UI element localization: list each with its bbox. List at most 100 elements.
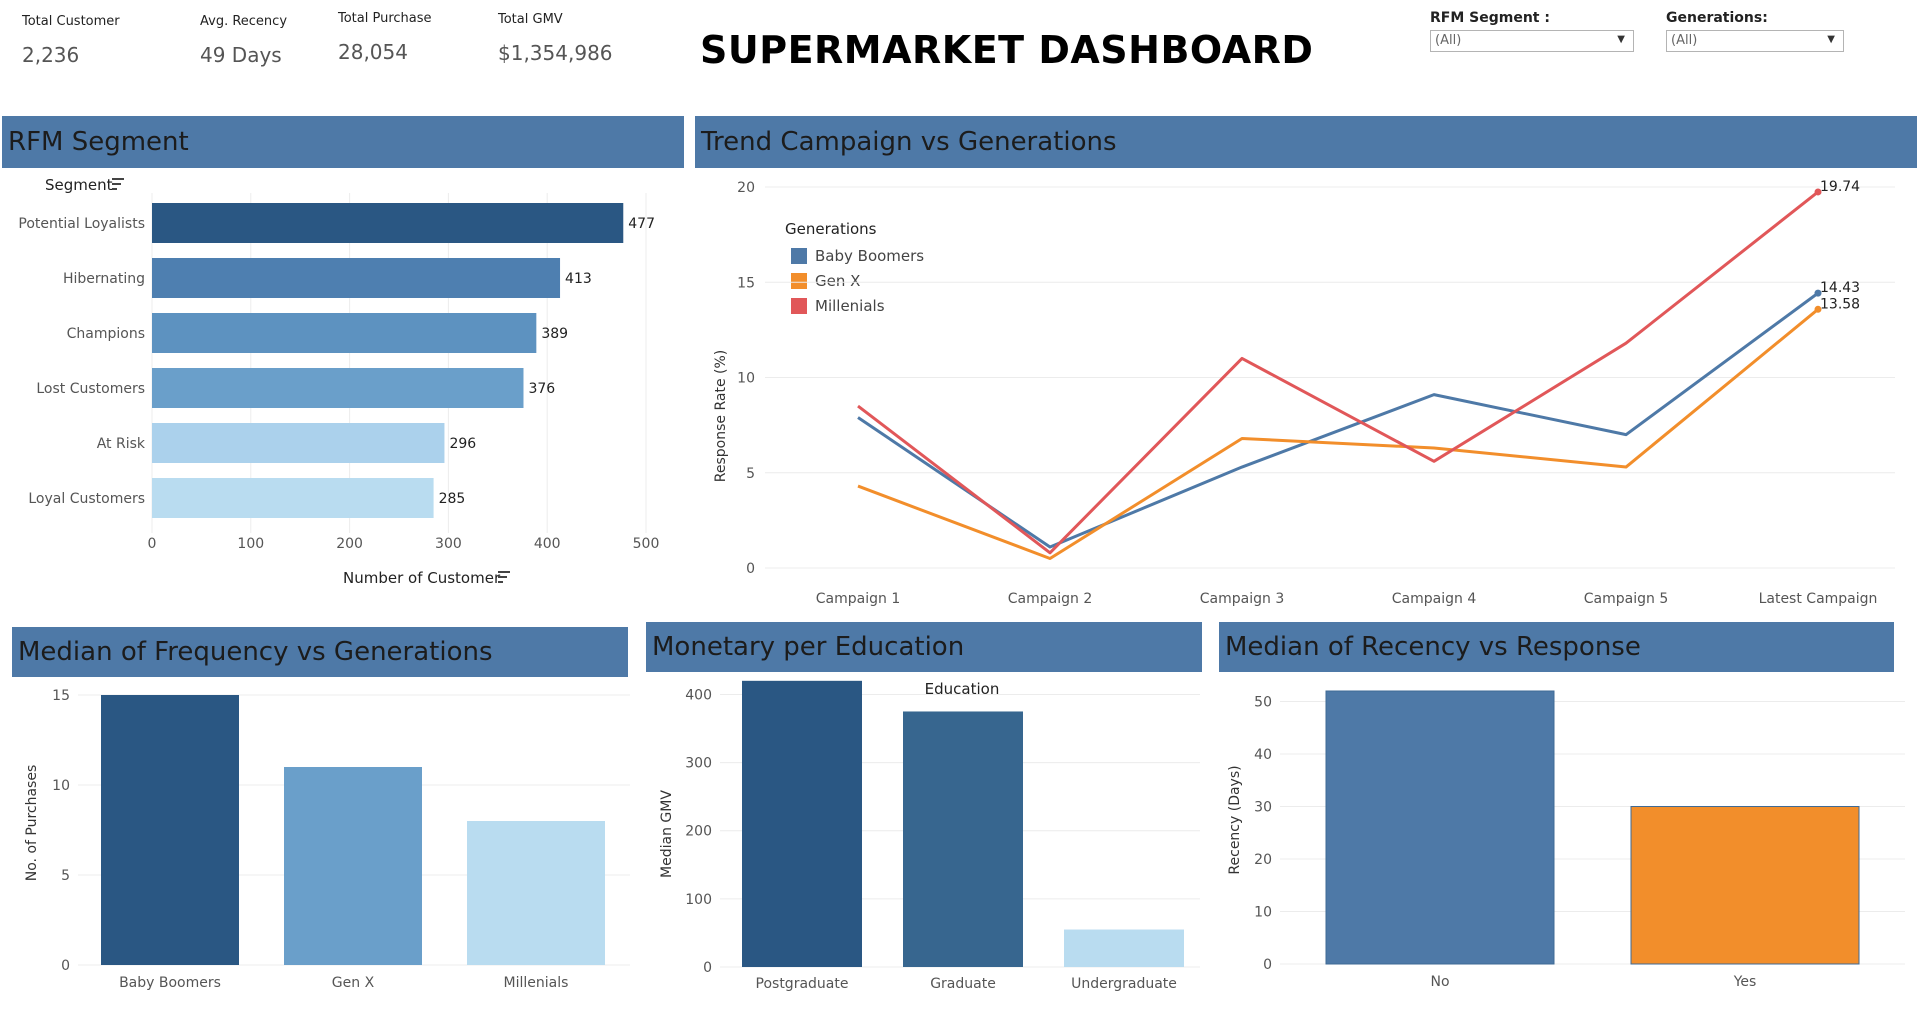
y-axis-title: Response Rate (%) (713, 350, 729, 482)
panel-header-trend: Trend Campaign vs Generations (695, 116, 1917, 168)
filter-label: RFM Segment : (1430, 10, 1550, 26)
bar-baby-boomers (101, 695, 239, 965)
kpi-value: 2,236 (22, 43, 80, 67)
y-axis-title: Segment (45, 176, 113, 194)
legend-title: Generations (785, 220, 877, 238)
y-tick-label: 15 (52, 688, 70, 704)
category-label: Champions (67, 326, 145, 342)
x-tick-label: 100 (237, 536, 264, 552)
category-label: Yes (1733, 974, 1757, 990)
category-label: Millenials (504, 975, 569, 991)
end-value-label: 13.58 (1820, 296, 1860, 312)
kpi-value: 28,054 (338, 40, 408, 64)
generations-dropdown[interactable]: (All) ▼ (1666, 30, 1844, 52)
line-gen-x (857, 308, 1819, 560)
sort-icon[interactable] (498, 571, 510, 583)
category-label: Baby Boomers (119, 975, 221, 991)
kpi-total-purchase: Total Purchase 28,054 (338, 11, 432, 64)
kpi-label: Total Purchase (338, 11, 432, 26)
bar-graduate (903, 711, 1023, 967)
y-tick-label: 30 (1254, 800, 1272, 816)
panel-header-monetary: Monetary per Education (646, 622, 1202, 672)
y-tick-label: 0 (61, 958, 70, 974)
bar-hibernating (152, 258, 561, 298)
kpi-value: $1,354,986 (498, 41, 613, 65)
category-label: Loyal Customers (28, 491, 145, 507)
bar-postgraduate (742, 680, 862, 967)
bar-undergraduate (1064, 929, 1184, 967)
x-axis-title: Number of Customer (343, 569, 501, 587)
category-label: Postgraduate (756, 976, 849, 992)
y-tick-label: 100 (685, 892, 712, 908)
kpi-value: 49 Days (200, 43, 282, 67)
chevron-down-icon: ▼ (1827, 34, 1835, 45)
line-baby-boomers (857, 291, 1819, 549)
bar-value-label: 296 (449, 436, 476, 452)
x-tick-label: Campaign 3 (1200, 591, 1284, 607)
recency-chart: Recency (Days) 0 10 20 30 40 50 No Yes (1227, 690, 1905, 990)
legend-label: Baby Boomers (815, 247, 924, 265)
legend-swatch-baby-boomers (791, 248, 807, 264)
category-label: Lost Customers (36, 381, 145, 397)
category-label: Potential Loyalists (18, 216, 145, 232)
end-value-label: 19.74 (1820, 179, 1860, 195)
line-millenials (857, 190, 1819, 555)
panel-header-rfm: RFM Segment (2, 116, 684, 168)
y-tick-label: 40 (1254, 747, 1272, 763)
y-tick-label: 300 (685, 756, 712, 772)
filter-generations: Generations: (All) ▼ (1666, 10, 1844, 52)
x-tick-label: 500 (633, 536, 660, 552)
x-tick-label: 400 (534, 536, 561, 552)
bar-lost-customers (152, 368, 524, 408)
y-tick-label: 400 (685, 687, 712, 703)
bar-at-risk (152, 423, 445, 463)
bar-value-label: 413 (565, 271, 592, 287)
bar-no (1325, 690, 1555, 965)
bar-value-label: 285 (439, 491, 466, 507)
y-axis-title: Recency (Days) (1227, 765, 1243, 874)
x-tick-label: Campaign 1 (816, 591, 900, 607)
y-tick-label: 5 (746, 466, 755, 482)
filter-rfm-segment: RFM Segment : (All) ▼ (1430, 10, 1634, 52)
bar-gen-x (284, 767, 422, 965)
rfm-segment-chart: Segment Number of Customer 0 100 200 300 400… (18, 176, 660, 587)
rfm-segment-dropdown[interactable]: (All) ▼ (1430, 30, 1634, 52)
x-tick-label: Campaign 2 (1008, 591, 1092, 607)
bar-value-label: 477 (628, 216, 655, 232)
legend-swatch-millenials (791, 298, 807, 314)
y-tick-label: 10 (52, 778, 70, 794)
filter-label: Generations: (1666, 10, 1768, 26)
x-tick-label: 0 (148, 536, 157, 552)
y-tick-label: 0 (703, 960, 712, 976)
category-label: Hibernating (63, 271, 145, 287)
bar-yes (1630, 806, 1860, 965)
x-tick-label: Latest Campaign (1759, 591, 1878, 607)
legend-label: Millenials (815, 297, 885, 315)
bar-loyal-customers (152, 478, 434, 518)
x-tick-label: Campaign 4 (1392, 591, 1477, 607)
bar-potential-loyalists (152, 203, 624, 243)
bar-value-label: 376 (528, 381, 555, 397)
trend-campaign-chart: Generations Baby Boomers Gen X Millenial… (713, 179, 1895, 607)
y-tick-label: 15 (737, 275, 755, 291)
kpi-label: Avg. Recency (200, 14, 288, 29)
sort-icon[interactable] (112, 178, 124, 190)
category-label: Graduate (930, 976, 996, 992)
panel-header-recency: Median of Recency vs Response (1219, 622, 1894, 672)
dropdown-value: (All) (1671, 33, 1698, 48)
bar-champions (152, 313, 537, 353)
y-tick-label: 20 (737, 180, 755, 196)
panel-header-frequency: Median of Frequency vs Generations (12, 627, 628, 677)
y-tick-label: 50 (1254, 695, 1272, 711)
legend-swatch-gen-x (791, 273, 807, 289)
y-tick-label: 20 (1254, 852, 1272, 868)
y-axis-title: No. of Purchases (24, 765, 40, 882)
y-axis-title: Median GMV (659, 790, 675, 878)
kpi-total-customer: Total Customer 2,236 (22, 14, 120, 67)
dropdown-value: (All) (1435, 33, 1462, 48)
category-label: Gen X (332, 975, 375, 991)
y-tick-label: 5 (61, 868, 70, 884)
category-label: Undergraduate (1071, 976, 1177, 992)
y-tick-label: 200 (685, 824, 712, 840)
x-tick-label: 200 (336, 536, 363, 552)
